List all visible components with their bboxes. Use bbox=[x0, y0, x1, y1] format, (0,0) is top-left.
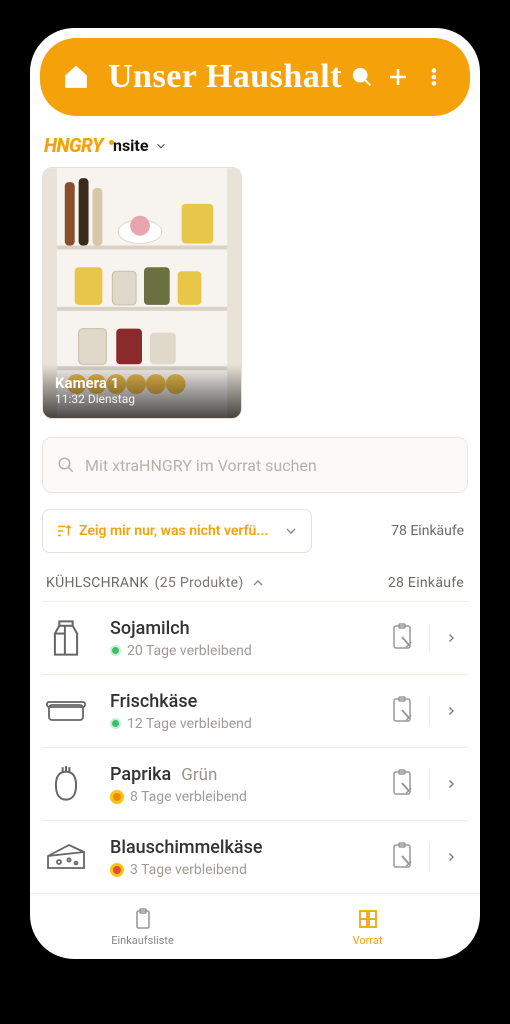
section-count: (25 Produkte) bbox=[155, 575, 244, 591]
divider bbox=[429, 624, 430, 652]
nav-pantry-label: Vorrat bbox=[353, 934, 383, 947]
home-icon[interactable] bbox=[58, 59, 94, 95]
section-purchases: 28 Einkäufe bbox=[388, 575, 464, 591]
item-body: Sojamilch 20 Tage verbleibend bbox=[110, 618, 383, 659]
camera-timestamp: 11:32 Dienstag bbox=[55, 392, 229, 406]
clipboard-icon bbox=[131, 907, 155, 931]
camera-overlay: Kamera 1 11:32 Dienstag bbox=[43, 364, 241, 418]
brand-dropdown[interactable]: HNGRY nsite bbox=[42, 130, 468, 167]
item-remaining: 12 Tage verbleibend bbox=[127, 716, 252, 732]
sort-icon bbox=[55, 522, 73, 540]
item-details-button[interactable] bbox=[436, 631, 466, 645]
status-indicator bbox=[110, 645, 121, 656]
search-placeholder: Mit xtraHNGRY im Vorrat suchen bbox=[85, 456, 317, 475]
item-remaining: 3 Tage verbleibend bbox=[130, 862, 247, 878]
cheese-icon bbox=[44, 835, 88, 879]
filter-row: Zeig mir nur, was nicht verfü... 78 Eink… bbox=[42, 509, 468, 553]
item-body: Frischkäse 12 Tage verbleibend bbox=[110, 691, 383, 732]
pantry-icon bbox=[356, 907, 380, 931]
section-header[interactable]: KÜHLSCHRANK (25 Produkte) 28 Einkäufe bbox=[42, 561, 468, 601]
add-to-list-button[interactable] bbox=[383, 691, 423, 731]
milk-icon bbox=[44, 616, 88, 660]
add-icon[interactable] bbox=[380, 59, 416, 95]
item-row[interactable]: Blauschimmelkäse 3 Tage verbleibend bbox=[42, 820, 468, 893]
status-indicator bbox=[110, 790, 124, 804]
chevron-up-icon bbox=[250, 575, 266, 591]
brand-prefix: HNGRY bbox=[44, 134, 103, 157]
item-remaining: 8 Tage verbleibend bbox=[130, 789, 247, 805]
item-details-button[interactable] bbox=[436, 777, 466, 791]
item-title: Sojamilch bbox=[110, 618, 190, 639]
divider bbox=[429, 770, 430, 798]
item-variant: Grün bbox=[181, 765, 217, 785]
camera-card[interactable]: Kamera 1 11:32 Dienstag bbox=[42, 167, 242, 419]
status-indicator bbox=[110, 863, 124, 877]
content-area: HNGRY nsite bbox=[30, 116, 480, 893]
container-icon bbox=[44, 689, 88, 733]
brand-suffix: nsite bbox=[113, 136, 148, 155]
app-bar: Unser Haushalt bbox=[40, 38, 470, 116]
divider bbox=[429, 697, 430, 725]
item-row[interactable]: Paprika Grün 8 Tage verbleibend bbox=[42, 747, 468, 820]
item-row[interactable]: Sojamilch 20 Tage verbleibend bbox=[42, 601, 468, 674]
add-to-list-button[interactable] bbox=[383, 837, 423, 877]
items-list: Sojamilch 20 Tage verbleibend Frischkäse… bbox=[42, 601, 468, 893]
total-purchases: 78 Einkäufe bbox=[391, 523, 468, 539]
item-body: Blauschimmelkäse 3 Tage verbleibend bbox=[110, 837, 383, 878]
item-body: Paprika Grün 8 Tage verbleibend bbox=[110, 764, 383, 805]
item-details-button[interactable] bbox=[436, 850, 466, 864]
search-input[interactable]: Mit xtraHNGRY im Vorrat suchen bbox=[42, 437, 468, 493]
nav-shopping-label: Einkaufsliste bbox=[111, 934, 174, 947]
add-to-list-button[interactable] bbox=[383, 618, 423, 658]
page-title: Unser Haushalt bbox=[108, 58, 344, 96]
status-indicator bbox=[110, 718, 121, 729]
phone-frame: Unser Haushalt HNGRY nsite bbox=[30, 28, 480, 959]
item-details-button[interactable] bbox=[436, 704, 466, 718]
camera-name: Kamera 1 bbox=[55, 374, 229, 392]
search-icon bbox=[57, 456, 75, 474]
item-title: Blauschimmelkäse bbox=[110, 837, 263, 858]
search-icon[interactable] bbox=[344, 59, 380, 95]
item-row[interactable]: Frischkäse 12 Tage verbleibend bbox=[42, 674, 468, 747]
chevron-down-icon bbox=[283, 523, 299, 539]
add-to-list-button[interactable] bbox=[383, 764, 423, 804]
item-remaining: 20 Tage verbleibend bbox=[127, 643, 252, 659]
filter-dropdown[interactable]: Zeig mir nur, was nicht verfü... bbox=[42, 509, 312, 553]
divider bbox=[429, 843, 430, 871]
chevron-down-icon bbox=[154, 139, 168, 153]
pepper-icon bbox=[44, 762, 88, 806]
nav-pantry[interactable]: Vorrat bbox=[255, 894, 480, 959]
filter-label: Zeig mir nur, was nicht verfü... bbox=[79, 523, 283, 539]
more-icon[interactable] bbox=[416, 59, 452, 95]
item-title: Paprika bbox=[110, 764, 171, 785]
nav-shopping-list[interactable]: Einkaufsliste bbox=[30, 894, 255, 959]
bottom-nav: Einkaufsliste Vorrat bbox=[30, 893, 480, 959]
section-name: KÜHLSCHRANK bbox=[46, 575, 149, 591]
item-title: Frischkäse bbox=[110, 691, 197, 712]
